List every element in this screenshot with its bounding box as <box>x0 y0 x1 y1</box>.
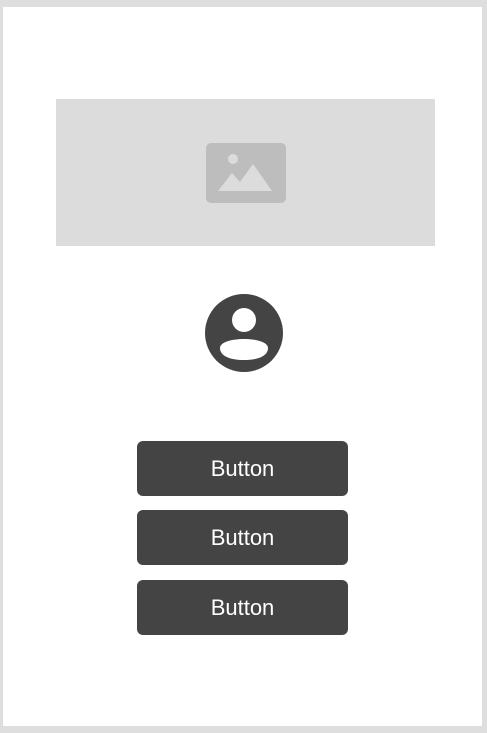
image-icon <box>206 143 286 203</box>
user-avatar-icon[interactable] <box>204 293 284 373</box>
button-1[interactable]: Button <box>137 441 348 496</box>
image-placeholder <box>56 99 435 246</box>
phone-frame: Button Button Button <box>3 7 482 726</box>
button-2[interactable]: Button <box>137 510 348 565</box>
button-3[interactable]: Button <box>137 580 348 635</box>
